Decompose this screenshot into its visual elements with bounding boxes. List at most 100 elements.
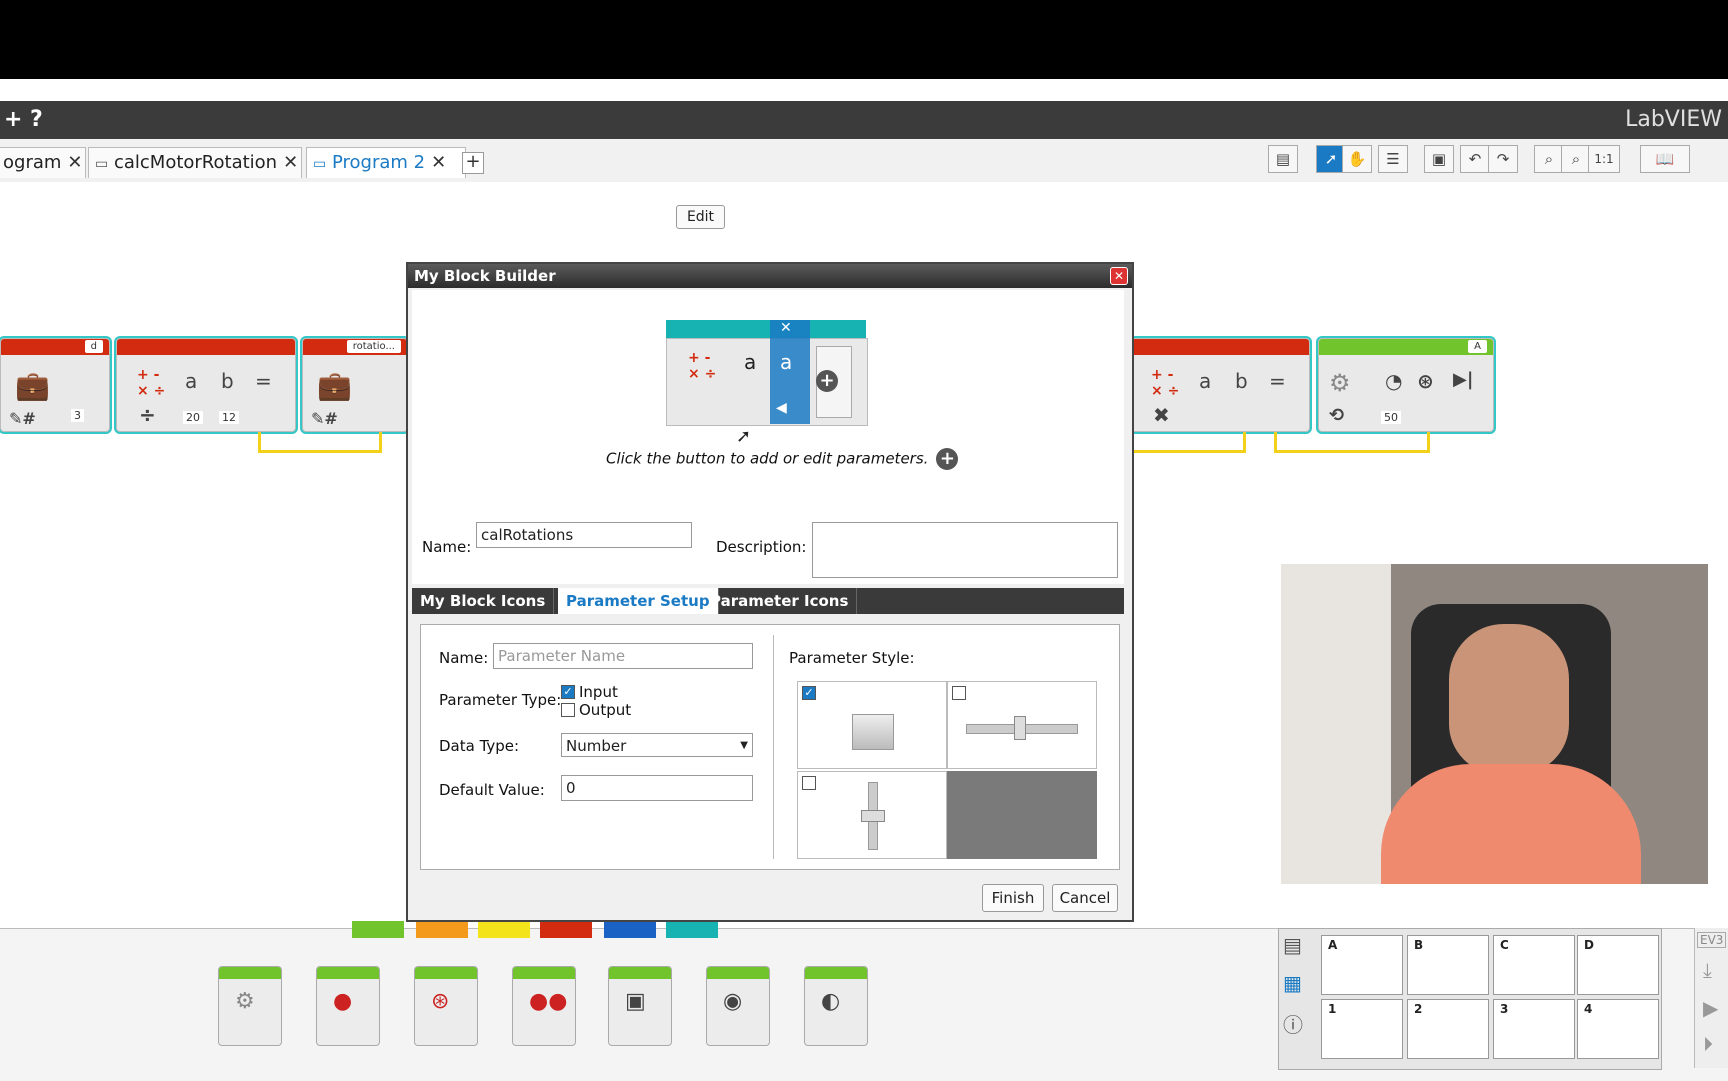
tab-program-2[interactable]: ▭ Program 2 ✕: [306, 147, 466, 178]
download-icon[interactable]: ⤓: [1703, 958, 1712, 982]
add-project-button[interactable]: +: [4, 107, 22, 132]
help-button[interactable]: ?: [30, 107, 43, 132]
comment-tool-icon[interactable]: ☰: [1378, 145, 1408, 173]
palette-move-steering[interactable]: ⊛: [414, 966, 478, 1046]
save-icon[interactable]: ▣: [1424, 145, 1454, 173]
brick-info-icon[interactable]: ▤: [1283, 933, 1302, 957]
write-number-icon: ✎#: [311, 409, 338, 428]
style-vertical-slider-check[interactable]: [802, 776, 816, 790]
variable-block-rotations[interactable]: rotatio... 💼 ✎#: [302, 338, 408, 432]
parameter-name-input[interactable]: Parameter Name: [493, 643, 753, 669]
input-label: Input: [579, 683, 618, 701]
redo-icon[interactable]: ↷: [1488, 145, 1518, 173]
port-view-icon[interactable]: ▦: [1283, 971, 1302, 995]
tab-label: Program 2: [331, 152, 426, 173]
tab-parameter-setup[interactable]: Parameter Setup: [558, 588, 719, 614]
slider-knob: [1014, 716, 1026, 740]
cancel-button[interactable]: Cancel: [1052, 884, 1118, 912]
style-empty-cell: [947, 771, 1097, 859]
style-vertical-slider[interactable]: [797, 771, 947, 859]
content-editor-icon[interactable]: ▤: [1268, 145, 1298, 173]
pan-tool-icon[interactable]: ✋: [1342, 145, 1372, 173]
palette-brick-light[interactable]: ◐: [804, 966, 868, 1046]
available-bricks-icon[interactable]: ⓘ: [1283, 1009, 1303, 1038]
style-input-box[interactable]: ✓: [797, 681, 947, 769]
palette-tab-flow[interactable]: [416, 921, 468, 938]
dialog-title: My Block Builder: [408, 264, 1132, 288]
input-radio[interactable]: ✓: [561, 685, 575, 699]
close-icon[interactable]: ✕: [1110, 267, 1128, 285]
large-motor-icon: ●: [333, 989, 353, 1014]
input-a-value[interactable]: 20: [183, 411, 203, 424]
sound-icon: ◉: [723, 989, 743, 1014]
zoom-in-icon[interactable]: ⌕: [1561, 145, 1591, 173]
undo-icon[interactable]: ↶: [1460, 145, 1490, 173]
large-motor-icon: ⚙: [1329, 369, 1351, 397]
block-header: d: [1, 339, 109, 355]
zoom-reset-button[interactable]: 1:1: [1588, 145, 1620, 173]
zoom-out-icon[interactable]: ⌕: [1534, 145, 1564, 173]
palette-tab-action[interactable]: [352, 921, 404, 938]
content-book-icon[interactable]: 📖: [1640, 145, 1690, 173]
brake-icon: ▶|: [1453, 369, 1474, 390]
math-block-multiply[interactable]: + - × ÷ a b = ✖: [1130, 338, 1310, 432]
port-2: 2: [1407, 999, 1489, 1059]
hint-text: Click the button to add or edit paramete…: [606, 449, 929, 468]
palette-tab-myblocks[interactable]: [666, 921, 718, 938]
math-icon: + - × ÷: [688, 350, 717, 382]
input-b-value[interactable]: 12: [219, 411, 239, 424]
palette-tab-advanced[interactable]: [604, 921, 656, 938]
move-left-icon[interactable]: ◀: [776, 400, 787, 416]
close-icon[interactable]: ✕: [283, 152, 298, 173]
block-name-input[interactable]: calRotations: [476, 522, 692, 548]
tab-calcmotorrotation[interactable]: ▭ calcMotorRotation ✕: [88, 147, 302, 178]
myblock-icon: ▭: [95, 156, 109, 172]
description-input[interactable]: [812, 522, 1118, 578]
tab-parameter-icons[interactable]: Parameter Icons: [702, 588, 858, 614]
palette-large-motor[interactable]: ●: [316, 966, 380, 1046]
delete-parameter-icon[interactable]: ✕: [780, 320, 792, 336]
palette-medium-motor[interactable]: ⚙: [218, 966, 282, 1046]
mode-icon[interactable]: ⟲: [1329, 405, 1344, 426]
palette-display[interactable]: ▣: [608, 966, 672, 1046]
my-block-builder-dialog: My Block Builder ✕ + - × ÷ a ✕ a ◀ + Clic…: [406, 262, 1134, 922]
default-value-input[interactable]: 0: [561, 775, 753, 801]
edit-button[interactable]: Edit: [676, 205, 725, 229]
variable-block-d[interactable]: d 💼 ✎# 3: [0, 338, 110, 432]
add-parameter-icon[interactable]: +: [816, 370, 838, 392]
run-selected-icon[interactable]: ⏵: [1703, 1032, 1713, 1056]
add-tab-button[interactable]: +: [462, 152, 484, 174]
add-parameter-button[interactable]: +: [936, 448, 959, 470]
input-a-label: a: [1199, 369, 1212, 393]
variable-name-label: d: [84, 340, 103, 353]
palette-tab-sensor[interactable]: [478, 921, 530, 938]
close-icon[interactable]: ✕: [431, 152, 446, 173]
data-type-value: Number: [566, 737, 627, 755]
palette-tab-data[interactable]: [540, 921, 592, 938]
tab-my-block-icons[interactable]: My Block Icons: [412, 588, 555, 614]
medium-motor-icon: ⚙: [235, 989, 255, 1014]
close-icon[interactable]: ✕: [67, 152, 82, 173]
palette-sound[interactable]: ◉: [706, 966, 770, 1046]
block-header: A: [1319, 339, 1493, 355]
data-type-select[interactable]: Number ▼: [561, 733, 753, 757]
math-block-divide[interactable]: + - × ÷ a b = ÷ 20 12: [116, 338, 296, 432]
param-a2-label[interactable]: a: [780, 350, 792, 374]
motor-block[interactable]: A ⚙ ◔ ⊛ ▶| ⟲ 50: [1318, 338, 1494, 432]
tab-label: calcMotorRotation: [113, 152, 278, 173]
parameter-name-label: Name:: [439, 649, 489, 667]
menu-bar: [0, 79, 1728, 101]
finish-button[interactable]: Finish: [982, 884, 1044, 912]
tab-program[interactable]: ogram ✕: [0, 147, 86, 178]
style-horizontal-slider-check[interactable]: [952, 686, 966, 700]
preview-header: [666, 320, 866, 338]
style-horizontal-slider[interactable]: [947, 681, 1097, 769]
parameter-setup-panel: Name: Parameter Name Parameter Type: ✓ I…: [420, 624, 1120, 870]
motor-port-label[interactable]: A: [1468, 340, 1487, 353]
output-radio[interactable]: [561, 703, 575, 717]
power-value[interactable]: 50: [1381, 411, 1401, 424]
style-input-box-check[interactable]: ✓: [802, 686, 816, 700]
palette-move-tank[interactable]: ●●: [512, 966, 576, 1046]
download-run-icon[interactable]: ▶: [1703, 996, 1718, 1020]
param-a1-label[interactable]: a: [744, 350, 756, 374]
